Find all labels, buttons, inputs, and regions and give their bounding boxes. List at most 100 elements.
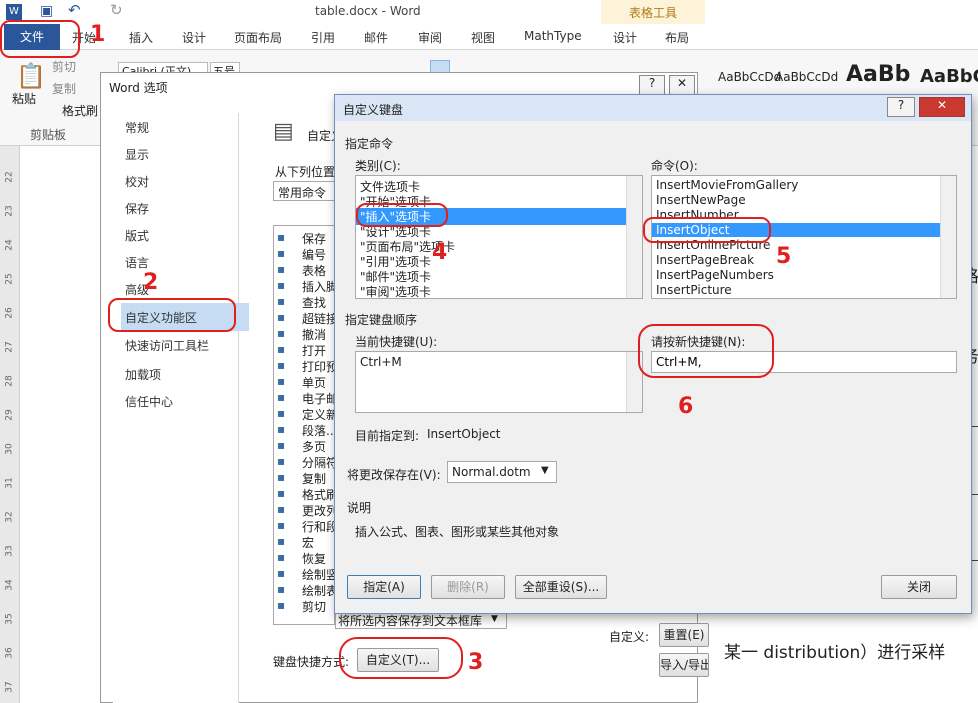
nav-item-save[interactable]: 保存 <box>125 200 149 217</box>
tab-mailings[interactable]: 邮件 <box>364 29 388 46</box>
help-button[interactable]: ? <box>639 75 665 95</box>
style-sample[interactable]: AaBbC <box>920 66 978 87</box>
list-item[interactable]: 查找 <box>302 294 326 311</box>
nav-item-proofing[interactable]: 校对 <box>125 173 149 190</box>
tab-view[interactable]: 视图 <box>471 29 495 46</box>
tab-table-layout[interactable]: 布局 <box>665 29 689 46</box>
categories-list[interactable]: 文件选项卡 "开始"选项卡 "插入"选项卡 "设计"选项卡 "页面布局"选项卡 "引用"选… <box>355 175 643 299</box>
list-item[interactable]: 分隔符 <box>302 454 334 471</box>
remove-button[interactable]: 删除(R) <box>431 575 505 599</box>
tab-insert[interactable]: 插入 <box>129 29 153 46</box>
list-item[interactable]: 复制 <box>302 470 326 487</box>
list-item[interactable]: Ctrl+M <box>360 355 402 369</box>
close-icon[interactable]: ✕ <box>669 75 695 95</box>
list-item[interactable]: 定义新编号格式... <box>302 406 334 423</box>
annotation-number: 1 <box>90 22 106 47</box>
ruler-number: 30 <box>4 443 15 455</box>
current-keys-label: 当前快捷键(U): <box>355 335 438 349</box>
command-icon: ▪ <box>277 358 286 372</box>
list-item[interactable]: InsertPicture <box>656 283 732 297</box>
choose-from-select[interactable]: 常用命令 <box>273 181 335 201</box>
list-item[interactable]: 更改列表级别 <box>302 502 334 519</box>
ruler-number: 27 <box>4 341 15 353</box>
list-item[interactable]: InsertPageBreak <box>656 253 754 267</box>
command-icon: ▪ <box>277 310 286 324</box>
list-item[interactable]: 绘制竖排文本框 <box>302 566 334 583</box>
list-item[interactable]: 撤消 <box>302 326 326 343</box>
list-item[interactable]: 电子邮件 <box>302 390 334 407</box>
list-item[interactable]: 宏 <box>302 534 314 551</box>
save-icon[interactable]: ▣ <box>40 3 53 19</box>
list-item[interactable]: 行和段落间距 <box>302 518 334 535</box>
list-item[interactable]: 保存 <box>302 230 326 247</box>
list-item[interactable]: 格式刷 <box>302 486 334 503</box>
nav-item-trust-center[interactable]: 信任中心 <box>125 393 173 410</box>
help-button[interactable]: ? <box>887 97 915 117</box>
list-item[interactable]: 编号 <box>302 246 326 263</box>
nav-item-display[interactable]: 显示 <box>125 146 149 163</box>
command-icon: ▪ <box>277 582 286 596</box>
style-sample[interactable]: AaBbCcDd <box>718 70 781 84</box>
style-sample[interactable]: AaBbCcDd <box>775 70 838 84</box>
close-button[interactable]: 关闭 <box>881 575 957 599</box>
reset-all-button[interactable]: 全部重设(S)... <box>515 575 607 599</box>
tab-references[interactable]: 引用 <box>311 29 335 46</box>
copy-button[interactable]: 复制 <box>52 80 76 97</box>
list-item[interactable]: "审阅"选项卡 <box>360 283 431 298</box>
chevron-down-icon[interactable]: ▼ <box>541 465 549 476</box>
annotation-oval <box>108 298 236 332</box>
import-export-button[interactable]: 导入/导出(P) <box>659 653 709 677</box>
format-painter-button[interactable]: 格式刷 <box>62 102 98 119</box>
paste-icon[interactable]: 📋 <box>16 62 46 90</box>
redo-icon[interactable]: ↻ <box>110 1 123 19</box>
commands-list[interactable]: 保存 ▪ 编号 ▪ 表格 ▪ 插入脚注 ▪ 查找 ▪ 超链接 ▪ 撤消 ▪ 打开 ▪ 打印预览和打印 ▪ 单页 ▪ 电子… <box>273 225 335 625</box>
cut-button[interactable]: 剪切 <box>52 58 76 75</box>
nav-item-language[interactable]: 语言 <box>125 254 149 271</box>
undo-icon[interactable]: ↶ <box>68 1 81 19</box>
tab-design[interactable]: 设计 <box>182 29 206 46</box>
list-item[interactable]: 恢复 <box>302 550 326 567</box>
nav-item-addins[interactable]: 加载项 <box>125 366 161 383</box>
list-item[interactable]: 单页 <box>302 374 326 391</box>
annotation-number: 3 <box>468 650 484 675</box>
list-item[interactable]: 剪切 <box>302 598 326 615</box>
list-item[interactable]: 段落... <box>302 422 334 439</box>
tab-review[interactable]: 审阅 <box>418 29 442 46</box>
command-icon: ▪ <box>277 326 286 340</box>
assign-button[interactable]: 指定(A) <box>347 575 421 599</box>
list-item[interactable]: 打印预览和打印 <box>302 358 334 375</box>
ruler-number: 23 <box>4 205 15 217</box>
reset-button[interactable]: 重置(E) <box>659 623 709 647</box>
list-item[interactable]: 打开 <box>302 342 326 359</box>
tab-layout[interactable]: 页面布局 <box>234 29 282 46</box>
quick-access-toolbar: W ▣ ↶ ↻ <box>0 0 978 24</box>
list-item[interactable]: 表格 <box>302 262 326 279</box>
vertical-ruler: 22 23 24 25 26 27 28 29 30 31 32 33 34 3… <box>0 146 20 703</box>
paste-button[interactable]: 粘贴 <box>12 90 36 107</box>
list-item[interactable]: 绘制表格 <box>302 582 334 599</box>
nav-item-quick-access[interactable]: 快速访问工具栏 <box>125 337 209 354</box>
list-item[interactable]: InsertNewPage <box>656 193 746 207</box>
ruler-number: 26 <box>4 307 15 319</box>
section-header: 自定义功能区和键盘快捷键。 <box>307 129 335 143</box>
command-icon: ▪ <box>277 550 286 564</box>
annotation-number: 4 <box>432 240 448 265</box>
list-item[interactable]: InsertMovieFromGallery <box>656 178 798 192</box>
word-logo-icon: W <box>6 4 22 20</box>
nav-item-general[interactable]: 常规 <box>125 119 149 136</box>
tab-table-design[interactable]: 设计 <box>613 29 637 46</box>
list-item[interactable]: InsertPageNumbers <box>656 268 774 282</box>
scrollbar[interactable] <box>626 176 642 298</box>
current-keys-list[interactable]: Ctrl+M <box>355 351 643 413</box>
command-icon: ▪ <box>277 342 286 356</box>
list-item[interactable]: 多页 <box>302 438 326 455</box>
section-label: 指定键盘顺序 <box>345 313 418 327</box>
list-item[interactable]: 插入脚注 <box>302 278 334 295</box>
chevron-down-icon[interactable]: ▼ <box>491 614 498 624</box>
tab-mathtype[interactable]: MathType <box>524 29 582 43</box>
close-icon[interactable]: ✕ <box>919 97 965 117</box>
scrollbar[interactable] <box>940 176 956 298</box>
nav-item-layout[interactable]: 版式 <box>125 227 149 244</box>
list-item[interactable]: 超链接 <box>302 310 334 327</box>
style-sample[interactable]: AaBb <box>846 62 910 87</box>
